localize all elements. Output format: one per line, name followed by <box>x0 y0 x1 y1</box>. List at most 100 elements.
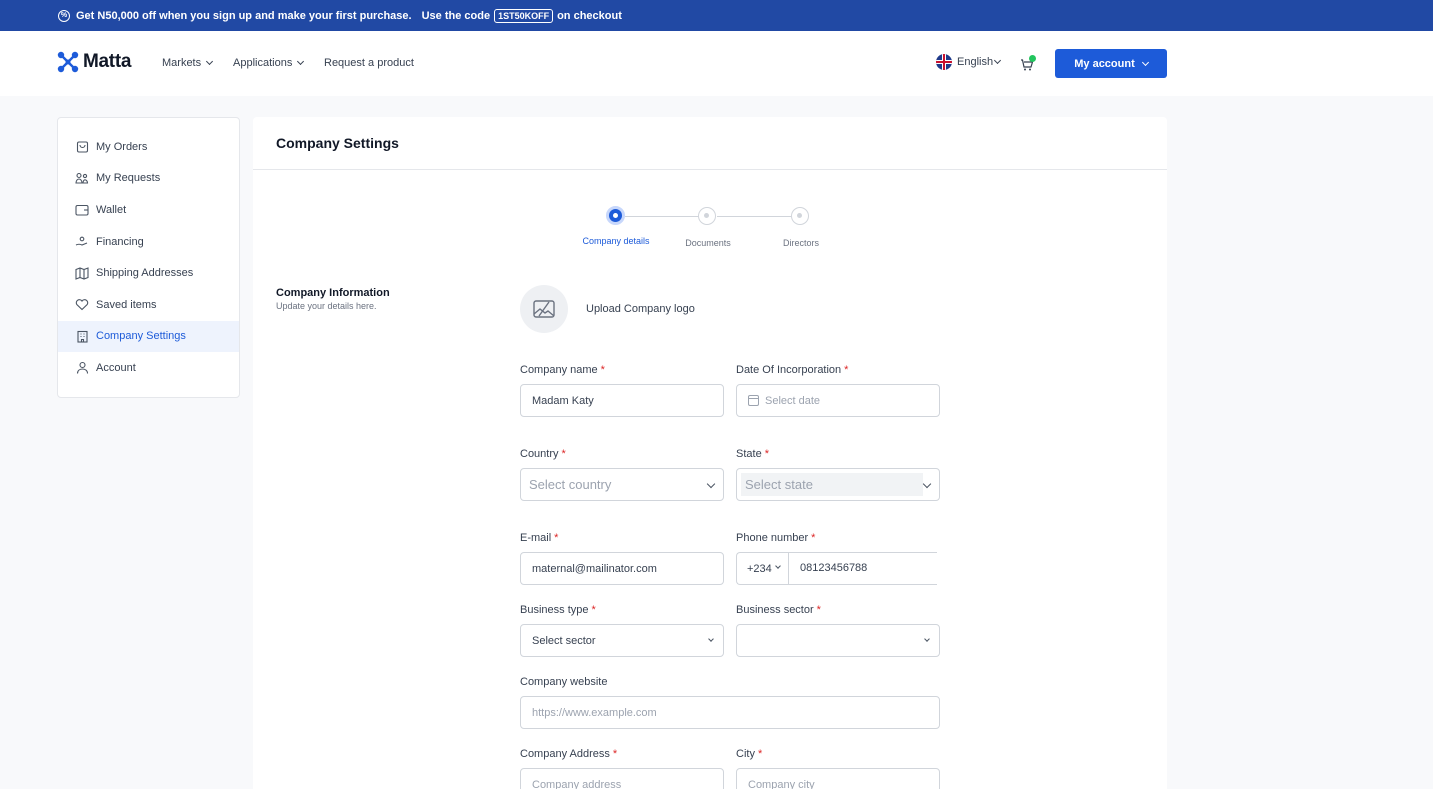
section-subtitle: Update your details here. <box>276 301 377 311</box>
sidebar-item-label: My Orders <box>96 140 148 153</box>
chevron-down-icon <box>924 636 930 642</box>
incorporation-date-placeholder: Select date <box>765 394 821 407</box>
cart-badge <box>1029 55 1036 62</box>
step-company-details-dot[interactable] <box>606 206 625 225</box>
chevron-down-icon <box>775 563 781 569</box>
sidebar-item-label: My Requests <box>96 172 161 185</box>
chevron-down-icon <box>708 636 714 642</box>
promo-banner: % Get N50,000 off when you sign up and m… <box>0 0 1433 31</box>
sidebar-item-account[interactable]: Account <box>58 352 239 384</box>
business-type-select[interactable]: Select sector <box>520 624 724 657</box>
my-account-label: My account <box>1074 57 1135 70</box>
chevron-down-icon <box>297 57 305 66</box>
chevron-down-icon <box>994 56 1002 65</box>
sidebar-item-label: Saved items <box>96 298 157 311</box>
nav-request-product[interactable]: Request a product <box>324 57 414 69</box>
state-label: State * <box>736 448 769 460</box>
chevron-down-icon <box>706 479 716 489</box>
sidebar-item-wallet[interactable]: Wallet <box>58 194 239 226</box>
step-documents-dot[interactable] <box>698 207 716 225</box>
website-input[interactable]: https://www.example.com <box>520 696 940 729</box>
sidebar-item-label: Account <box>96 361 136 374</box>
phone-field[interactable]: +234 08123456788 <box>736 552 937 585</box>
requests-icon <box>75 171 89 185</box>
state-select[interactable]: Select state <box>736 468 940 501</box>
email-field[interactable]: maternal@mailinator.com <box>520 552 724 585</box>
website-label: Company website <box>520 676 608 688</box>
company-name-label: Company name * <box>520 364 605 376</box>
company-address-label: Company Address * <box>520 748 618 760</box>
promo-code: 1ST50KOFF <box>494 8 554 23</box>
business-sector-label: Business sector * <box>736 604 821 616</box>
business-sector-select[interactable] <box>736 624 940 657</box>
map-icon <box>75 266 89 280</box>
sidebar-item-saved-items[interactable]: Saved items <box>58 289 239 321</box>
financing-icon <box>75 235 89 249</box>
page-title: Company Settings <box>253 117 1167 170</box>
section-title: Company Information <box>276 287 390 299</box>
calendar-icon <box>748 395 759 406</box>
top-navbar: Matta Markets Applications Request a pro… <box>0 31 1433 96</box>
user-icon <box>75 361 89 375</box>
language-selector[interactable]: English <box>936 54 1002 70</box>
uk-flag-icon <box>936 54 952 70</box>
matta-logo[interactable]: Matta <box>57 51 131 73</box>
logo-text: Matta <box>83 51 132 72</box>
chevron-down-icon <box>1141 58 1149 66</box>
language-label: English <box>957 56 994 68</box>
nav-applications-label: Applications <box>233 57 293 69</box>
phone-number-value[interactable]: 08123456788 <box>800 562 867 574</box>
nav-applications[interactable]: Applications <box>233 57 305 69</box>
image-icon <box>533 300 555 318</box>
sidebar-item-label: Financing <box>96 235 144 248</box>
sidebar-item-label: Company Settings <box>96 330 186 343</box>
promo-text: Get N50,000 off when you sign up and mak… <box>76 9 412 22</box>
step-connector <box>717 216 791 217</box>
my-account-button[interactable]: My account <box>1055 49 1167 78</box>
city-label: City * <box>736 748 763 760</box>
wallet-icon <box>75 203 89 217</box>
heart-icon <box>75 298 89 312</box>
company-address-input[interactable]: Company address <box>520 768 724 789</box>
company-settings-panel: Company Settings Company details Documen… <box>253 117 1167 789</box>
upload-logo-label[interactable]: Upload Company logo <box>586 303 695 315</box>
step-company-details-label[interactable]: Company details <box>571 236 661 246</box>
chevron-down-icon <box>922 479 932 489</box>
bag-icon <box>75 140 89 154</box>
sidebar-item-financing[interactable]: Financing <box>58 226 239 258</box>
step-documents-label[interactable]: Documents <box>663 238 753 248</box>
city-input[interactable]: Company city <box>736 768 940 789</box>
step-directors-label[interactable]: Directors <box>756 238 846 248</box>
nav-markets[interactable]: Markets <box>162 57 214 69</box>
company-logo-upload[interactable] <box>520 285 568 333</box>
company-name-input[interactable]: Madam Katy <box>520 384 724 417</box>
country-label: Country * <box>520 448 566 460</box>
phone-label: Phone number * <box>736 532 816 544</box>
step-directors-dot[interactable] <box>791 207 809 225</box>
country-select[interactable]: Select country <box>520 468 724 501</box>
incorporation-date-picker[interactable]: Select date <box>736 384 940 417</box>
nav-request-label: Request a product <box>324 57 414 69</box>
business-type-label: Business type * <box>520 604 596 616</box>
cart-button[interactable] <box>1016 53 1038 75</box>
nav-markets-label: Markets <box>162 57 202 69</box>
account-sidebar: My Orders My Requests Wallet Financing S… <box>57 117 240 398</box>
sidebar-item-shipping-addresses[interactable]: Shipping Addresses <box>58 257 239 289</box>
phone-code-value: +234 <box>747 562 772 575</box>
step-connector <box>625 216 699 217</box>
sidebar-item-my-orders[interactable]: My Orders <box>58 131 239 163</box>
building-icon <box>75 329 89 343</box>
sidebar-item-label: Wallet <box>96 203 127 216</box>
promo-code-prefix: Use the code <box>421 9 491 22</box>
discount-icon: % <box>58 9 70 22</box>
country-placeholder: Select country <box>529 477 612 492</box>
business-type-value: Select sector <box>532 634 596 647</box>
chevron-down-icon <box>206 57 214 66</box>
sidebar-item-company-settings[interactable]: Company Settings <box>58 320 239 353</box>
email-label: E-mail * <box>520 532 559 544</box>
sidebar-item-my-requests[interactable]: My Requests <box>58 163 239 195</box>
state-placeholder: Select state <box>741 473 923 496</box>
incorporation-date-label: Date Of Incorporation * <box>736 364 849 376</box>
phone-country-code-select[interactable]: +234 <box>737 553 789 584</box>
logo-mark-icon <box>57 51 79 73</box>
